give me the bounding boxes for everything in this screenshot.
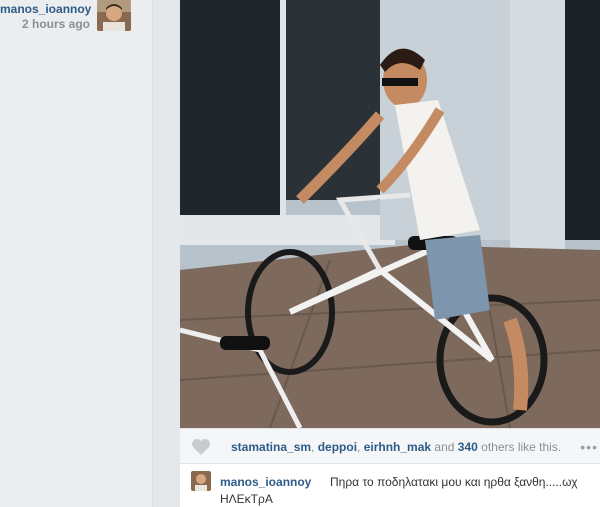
liker-link[interactable]: stamatina_sm	[231, 440, 311, 454]
post-card: stamatina_sm, deppoi, eirhnh_mak and 340…	[180, 0, 600, 507]
post-username-link[interactable]: manos_ioannoy	[0, 2, 91, 16]
liker-link[interactable]: eirhnh_mak	[364, 440, 431, 454]
likes-suffix: others like this.	[477, 440, 562, 454]
post-meta: manos_ioannoy 2 hours ago	[0, 0, 91, 31]
comment-avatar[interactable]	[191, 471, 211, 491]
comment-username-link[interactable]: manos_ioannoy	[220, 475, 311, 489]
caption-comment: manos_ioannoy Πηρα το ποδηλατακι μου και…	[180, 463, 600, 507]
avatar[interactable]	[97, 0, 131, 31]
likes-bar: stamatina_sm, deppoi, eirhnh_mak and 340…	[180, 428, 600, 464]
post-timestamp: 2 hours ago	[21, 17, 90, 31]
post-photo[interactable]	[180, 0, 600, 428]
comment-text: Πηρα το ποδηλατακι μου και ηρθα ξανθη...…	[330, 475, 578, 489]
likes-summary: stamatina_sm, deppoi, eirhnh_mak and 340…	[231, 440, 561, 454]
likes-count[interactable]: 340	[458, 440, 478, 454]
heart-icon[interactable]	[191, 438, 211, 456]
left-column: manos_ioannoy 2 hours ago	[0, 0, 152, 507]
column-divider	[152, 0, 181, 507]
more-options-icon[interactable]: •••	[580, 439, 598, 455]
likes-separator: ,	[357, 440, 364, 454]
comment-text-continued: ΗΛΕκΤρΑ	[220, 492, 273, 506]
liker-link[interactable]: deppoi	[318, 440, 357, 454]
likes-and: and	[431, 440, 458, 454]
likes-separator: ,	[311, 440, 318, 454]
